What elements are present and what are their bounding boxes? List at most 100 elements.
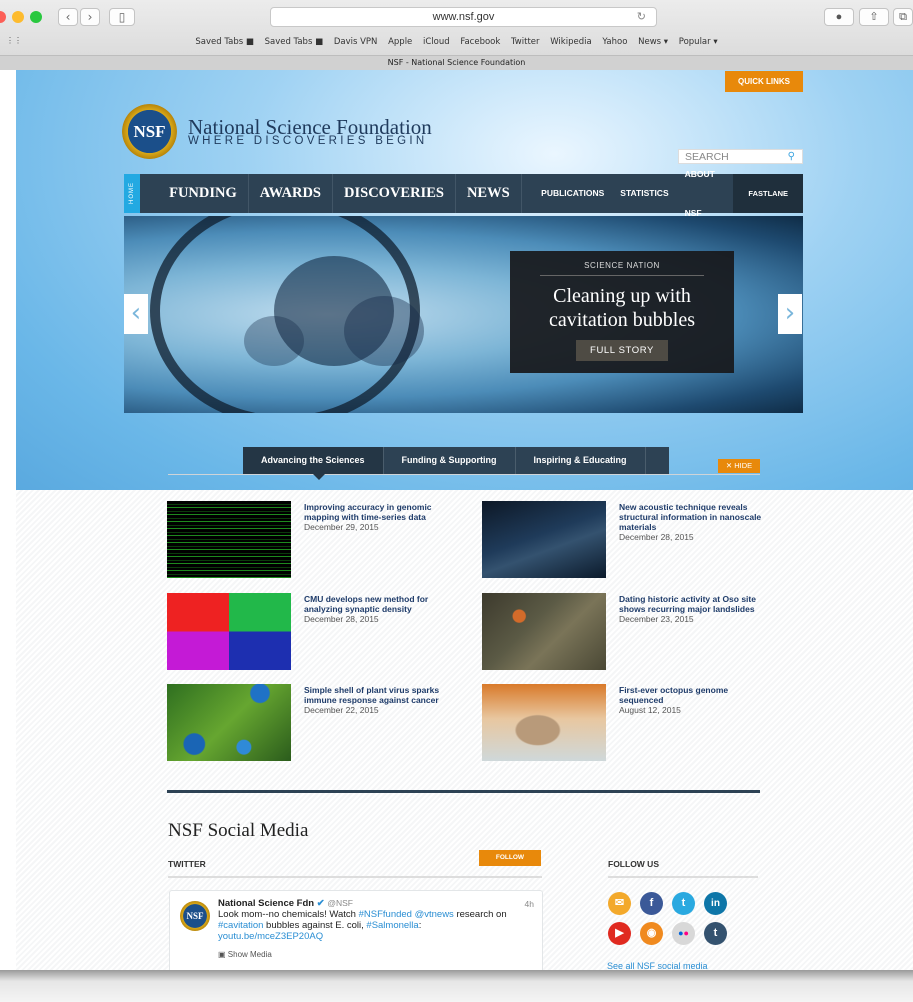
bookmark-item[interactable]: Twitter [511,37,540,47]
story-item[interactable]: First-ever octopus genome sequenced Augus… [482,684,772,764]
tweet-handle[interactable]: @NSF [327,898,353,908]
tabs-overview-icon[interactable]: ⧉ [893,8,913,26]
story-thumbnail[interactable] [167,684,291,761]
bookmark-item[interactable]: Saved Tabs ■ [195,37,254,47]
nav-news[interactable]: NEWS [456,174,522,213]
story-title[interactable]: First-ever octopus genome sequenced [619,685,769,705]
youtube-icon[interactable]: ▶ [608,922,631,945]
slide-prev-arrow-icon[interactable]: ‹ [124,294,148,334]
tweet-link[interactable]: youtu.be/mceZ3EP20AQ [218,931,323,942]
email-icon[interactable]: ✉ [608,892,631,915]
bookmark-item[interactable]: Saved Tabs ■ [265,37,324,47]
full-story-button[interactable]: FULL STORY [576,340,668,361]
quick-links-button[interactable]: QUICK LINKS [725,71,803,92]
nav-publications[interactable]: PUBLICATIONS [533,174,612,213]
hide-button[interactable]: ✕ HIDE [718,459,760,473]
search-icon[interactable]: ⚲ [788,150,795,164]
slide-headline-line1[interactable]: Cleaning up with [510,284,734,308]
tweet-author[interactable]: National Science Fdn ✔ @NSF [218,898,353,909]
slide-headline-line2[interactable]: cavitation bubbles [510,308,734,332]
story-thumbnail[interactable] [482,593,606,670]
nav-fastlane[interactable]: FASTLANE [733,174,803,213]
story-title[interactable]: Simple shell of plant virus sparks immun… [304,685,454,705]
bookmark-item[interactable]: News ▾ [638,37,668,47]
nav-awards[interactable]: AWARDS [249,174,334,213]
bookmark-item[interactable]: Davis VPN [334,37,378,47]
bookmark-item[interactable]: Facebook [460,37,500,47]
site-tagline: WHERE DISCOVERIES BEGIN [188,135,428,147]
story-item[interactable]: Improving accuracy in genomic mapping wi… [167,501,457,581]
story-date: December 28, 2015 [304,614,379,624]
rss-icon[interactable]: ◉ [640,922,663,945]
tweet-hashtag[interactable]: #Salmonella [366,920,418,931]
hero-slide[interactable]: SCIENCE NATION Cleaning up with cavitati… [124,216,803,413]
window-controls [0,11,42,23]
show-media-link[interactable]: ▣ Show Media [218,950,272,959]
close-window-button[interactable] [0,11,6,23]
tweet-card[interactable]: NSF National Science Fdn ✔ @NSF 4h Look … [169,890,543,970]
story-thumbnail[interactable] [167,501,291,578]
bookmark-item[interactable]: iCloud [423,37,450,47]
tweet-text-part: : [418,920,422,931]
bookmark-item[interactable]: Apple [388,37,412,47]
story-title[interactable]: Improving accuracy in genomic mapping wi… [304,502,454,522]
share-icon[interactable]: ⇧ [859,8,889,26]
address-bar[interactable]: www.nsf.gov ↻ [270,7,657,27]
story-item[interactable]: CMU develops new method for analyzing sy… [167,593,457,673]
story-date: December 29, 2015 [304,522,379,532]
bookmark-item[interactable]: Wikipedia [550,37,591,47]
story-title[interactable]: New acoustic technique reveals structura… [619,502,769,532]
facebook-icon[interactable]: f [640,892,663,915]
twitter-icon[interactable]: t [672,892,695,915]
tab-funding-supporting[interactable]: Funding & Supporting [384,447,516,474]
active-tab-caret-icon [313,474,325,480]
show-media-label: Show Media [227,950,272,959]
slide-next-arrow-icon[interactable]: › [778,294,802,334]
linkedin-icon[interactable]: in [704,892,727,915]
tab-inspiring-educating[interactable]: Inspiring & Educating [516,447,646,474]
story-thumbnail[interactable] [482,684,606,761]
social-media-heading: NSF Social Media [168,820,309,841]
story-tabs: Advancing the Sciences Funding & Support… [243,447,669,474]
tumblr-icon[interactable]: t [704,922,727,945]
tweet-mention[interactable]: @vtnews [415,909,454,920]
tweet-hashtag[interactable]: #cavitation [218,920,263,931]
story-item[interactable]: Simple shell of plant virus sparks immun… [167,684,457,764]
story-item[interactable]: New acoustic technique reveals structura… [482,501,772,581]
browser-toolbar: ‹ › ▯ www.nsf.gov ↻ ● ⇧ ⧉ ⋮⋮ Saved Tabs … [0,0,913,70]
sidebar-toggle-icon[interactable]: ▯ [109,8,135,26]
address-bar-url: www.nsf.gov [432,11,495,23]
tweet-time[interactable]: 4h [525,899,534,909]
story-thumbnail[interactable] [482,501,606,578]
story-item[interactable]: Dating historic activity at Oso site sho… [482,593,772,673]
window-shadow [0,970,913,1002]
nav-statistics[interactable]: STATISTICS [612,174,676,213]
nsf-logo[interactable]: NSF [122,104,177,159]
reload-icon[interactable]: ↻ [637,8,646,27]
flickr-icon[interactable]: ●● [672,922,695,945]
follow-button[interactable]: FOLLOW [479,850,541,866]
tab-title[interactable]: NSF - National Science Foundation [0,55,913,70]
story-date: December 28, 2015 [619,532,694,542]
story-thumbnail[interactable] [167,593,291,670]
tab-advancing-the-sciences[interactable]: Advancing the Sciences [243,447,384,474]
back-button[interactable]: ‹ [58,8,78,26]
tweet-text-part: Look mom--no chemicals! Watch [218,909,359,920]
story-title[interactable]: CMU develops new method for analyzing sy… [304,594,454,614]
tweet-text-part: bubbles against E. coli, [263,920,367,931]
minimize-window-button[interactable] [12,11,24,23]
tweet-avatar[interactable]: NSF [180,901,210,931]
nav-discoveries[interactable]: DISCOVERIES [333,174,456,213]
tweet-author-name[interactable]: National Science Fdn [218,898,314,909]
story-title[interactable]: Dating historic activity at Oso site sho… [619,594,769,614]
tweet-hashtag[interactable]: #NSFfunded [359,909,412,920]
home-button[interactable]: HOME [124,174,140,213]
see-all-social-link[interactable]: See all NSF social media [607,961,708,970]
forward-button[interactable]: › [80,8,100,26]
downloads-icon[interactable]: ● [824,8,854,26]
bookmark-item[interactable]: Yahoo [602,37,627,47]
nav-funding[interactable]: FUNDING [158,174,249,213]
bookmark-item[interactable]: Popular ▾ [679,37,718,47]
story-date: December 23, 2015 [619,614,694,624]
zoom-window-button[interactable] [30,11,42,23]
